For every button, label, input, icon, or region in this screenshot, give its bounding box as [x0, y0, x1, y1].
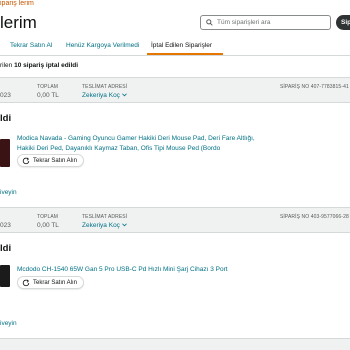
active-tab-indicator: [147, 53, 223, 55]
total-label: TOPLAM: [37, 214, 59, 220]
ship-to-name-text: Zekeriya Koç: [82, 222, 120, 229]
order-count: rilen 10 sipariş iptal edildi: [0, 62, 78, 69]
breadcrumb[interactable]: ipariş lerim: [0, 0, 34, 7]
order-body: ldi Mcdodo CH-1540 65W Gan 5 Pro USB-C P…: [0, 233, 350, 333]
buy-again-label: Tekrar Satın Alın: [33, 157, 78, 164]
search-box[interactable]: [200, 15, 331, 30]
order-number: SİPARİŞ NO 407-7783815-41: [280, 84, 349, 90]
search-orders-button[interactable]: Sipa: [336, 15, 350, 30]
order-date: 023: [0, 222, 11, 229]
order-status: ldi: [0, 113, 12, 124]
tab-not-shipped[interactable]: Henüz Kargoya Verilmedi: [66, 42, 139, 49]
ship-to-label: TESLİMAT ADRESİ: [82, 84, 128, 90]
ship-to-name[interactable]: Zekeriya Koç: [82, 92, 127, 99]
order-total: 0,00 TL: [37, 92, 59, 99]
ship-to-label: TESLİMAT ADRESİ: [82, 214, 128, 220]
search-icon: [206, 19, 213, 26]
order-header: 023 TOPLAM 0,00 TL TESLİMAT ADRESİ Zeker…: [0, 77, 350, 103]
chevron-down-icon: [121, 223, 127, 227]
buy-again-button[interactable]: Tekrar Satın Alın: [17, 154, 85, 167]
view-order-link[interactable]: iveyin: [0, 189, 17, 196]
chevron-down-icon: [121, 93, 127, 97]
buy-again-label: Tekrar Satın Alın: [33, 279, 78, 286]
order-total: 0,00 TL: [37, 222, 59, 229]
total-label: TOPLAM: [37, 84, 59, 90]
ship-to-name[interactable]: Zekeriya Koç: [82, 222, 127, 229]
buy-again-button[interactable]: Tekrar Satın Alın: [17, 276, 85, 289]
buy-again-icon: [22, 156, 30, 164]
order-count-prefix: rilen: [0, 62, 13, 69]
order-header: [0, 338, 350, 350]
product-title-link[interactable]: Modica Navada - Gaming Oyuncu Gamer Haki…: [17, 134, 267, 153]
order-header: 023 TOPLAM 0,00 TL TESLİMAT ADRESİ Zeker…: [0, 207, 350, 233]
search-input[interactable]: [213, 19, 327, 26]
order-status: ldi: [0, 243, 12, 254]
view-order-link[interactable]: iveyin: [0, 320, 17, 327]
tab-cancelled-orders[interactable]: İptal Edilen Siparişler: [151, 42, 212, 49]
order-tabs: Tekrar Satın Al Henüz Kargoya Verilmedi …: [0, 38, 350, 56]
product-image[interactable]: [0, 139, 10, 167]
page-title: lerim: [0, 13, 37, 32]
order-number: SİPARİŞ NO 403-9577066-28: [280, 214, 349, 220]
buy-again-icon: [22, 278, 30, 286]
order-count-bold: 10 sipariş iptal edildi: [14, 62, 79, 69]
order-body: ldi Modica Navada - Gaming Oyuncu Gamer …: [0, 103, 350, 196]
tab-buy-again[interactable]: Tekrar Satın Al: [10, 42, 52, 49]
product-image[interactable]: [0, 265, 10, 287]
ship-to-name-text: Zekeriya Koç: [82, 92, 120, 99]
product-title-link[interactable]: Mcdodo CH-1540 65W Gan 5 Pro USB-C Pd Hı…: [17, 265, 267, 275]
order-date: 023: [0, 92, 11, 99]
